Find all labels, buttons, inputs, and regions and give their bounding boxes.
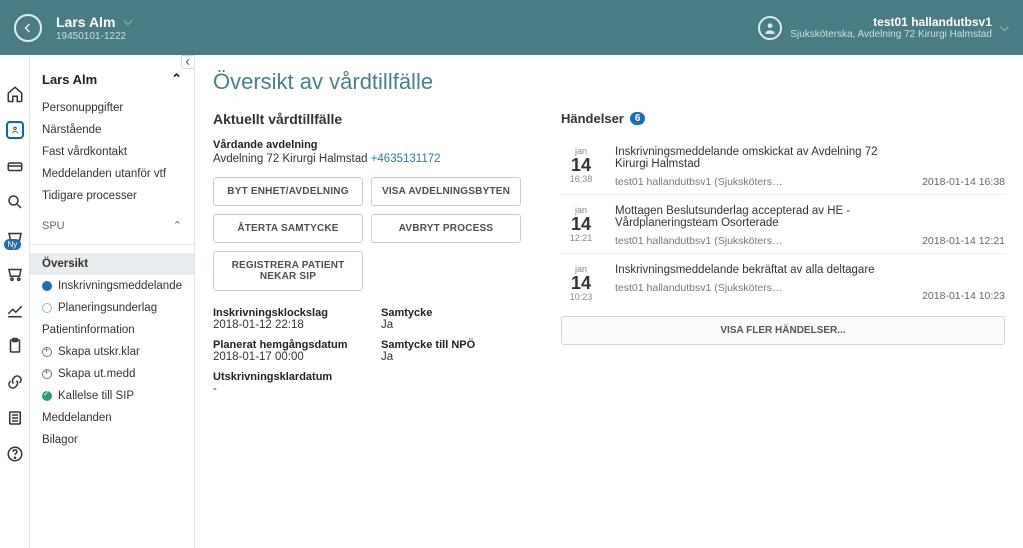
sidebar-item-personuppgifter[interactable]: Personuppgifter <box>42 97 182 119</box>
show-more-events-button[interactable]: VISA FLER HÄNDELSER... <box>561 316 1005 345</box>
info-value: - <box>213 383 363 395</box>
search-icon[interactable] <box>6 193 24 211</box>
chevron-up-icon: ⌃ <box>173 219 182 232</box>
page-title: Översikt av vårdtillfälle <box>213 69 1005 95</box>
sidebar-item-patientinfo[interactable]: Patientinformation <box>42 319 182 341</box>
header-patient-name: Lars Alm <box>56 14 115 30</box>
patient-icon[interactable] <box>6 121 24 139</box>
sidebar-group1: Personuppgifter Närstående Fast vårdkont… <box>30 91 194 209</box>
sidebar-item-skapa-utskr[interactable]: Skapa utskr.klar <box>42 341 182 363</box>
change-unit-button[interactable]: BYT ENHET/AVDELNING <box>213 177 363 206</box>
sidebar-item-meddelanden[interactable]: Meddelanden <box>42 407 182 429</box>
icon-sidebar: Ny <box>0 55 30 548</box>
help-icon[interactable] <box>6 445 24 463</box>
info-value: Ja <box>381 319 531 331</box>
tray-icon[interactable] <box>6 157 24 175</box>
event-timestamp: 2018-01-14 16:38 <box>922 176 1005 188</box>
info-label: Samtycke till NPÖ <box>381 339 531 351</box>
chevron-down-icon: ⌵ <box>123 14 132 29</box>
header-user-name: test01 hallandutbsv1 <box>873 15 992 29</box>
info-label: Planerat hemgångsdatum <box>213 339 363 351</box>
event-title: Inskrivningsmeddelande bekräftat av alla… <box>615 264 875 276</box>
event-date: jan 14 16:38 <box>561 146 601 188</box>
event-author: test01 hallandutbsv1 (Sjuksköters… <box>615 282 875 294</box>
new-badge: Ny <box>4 239 22 250</box>
main-content: Översikt av vårdtillfälle Aktuellt vårdt… <box>195 55 1023 548</box>
user-avatar-icon <box>758 16 782 40</box>
plus-dot-icon <box>42 347 52 357</box>
dept-label: Vårdande avdelning <box>213 139 533 151</box>
sidebar-group2: Översikt Inskrivningsmeddelande Planerin… <box>30 253 194 453</box>
sidebar-item-kallelse-sip[interactable]: Kallelse till SIP <box>42 385 182 407</box>
event-title: Mottagen Beslutsunderlag accepterad av H… <box>615 205 912 229</box>
side-panel: Lars Alm ⌃ Personuppgifter Närstående Fa… <box>30 55 195 548</box>
info-label: Utskrivningsklardatum <box>213 371 363 383</box>
register-refuse-sip-button[interactable]: REGISTRERA PATIENT NEKAR SIP <box>213 251 363 291</box>
header-user-role: Sjuksköterska, Avdelning 72 Kirurgi Halm… <box>790 29 992 40</box>
event-author: test01 hallandutbsv1 (Sjuksköters… <box>615 176 912 188</box>
abort-process-button[interactable]: AVBRYT PROCESS <box>371 214 521 243</box>
event-title: Inskrivningsmeddelande omskickat av Avde… <box>615 146 912 170</box>
event-row[interactable]: jan 14 10:23 Inskrivningsmeddelande bekr… <box>561 253 1005 308</box>
link-icon[interactable] <box>6 373 24 391</box>
sidebar-item-planering[interactable]: Planeringsunderlag <box>42 297 182 319</box>
sidebar-item-oversikt[interactable]: Översikt <box>30 253 194 275</box>
events-section: Händelser 6 jan 14 16:38 Inskrivningsmed… <box>561 111 1005 395</box>
info-value: Ja <box>381 351 531 363</box>
sidebar-patient-name: Lars Alm <box>42 72 97 87</box>
chart-icon[interactable] <box>6 301 24 319</box>
collapse-panel-button[interactable] <box>181 55 195 69</box>
current-episode-section: Aktuellt vårdtillfälle Vårdande avdelnin… <box>213 111 533 395</box>
dept-value: Avdelning 72 Kirurgi Halmstad <box>213 153 367 165</box>
chevron-up-icon: ⌃ <box>171 71 182 87</box>
home-icon[interactable] <box>6 85 24 103</box>
event-timestamp: 2018-01-14 10:23 <box>922 290 1005 302</box>
sidebar-item-meddelanden-utanfor[interactable]: Meddelanden utanför vtf <box>42 163 182 185</box>
info-label: Inskrivningsklockslag <box>213 307 363 319</box>
dept-phone-link[interactable]: +4635131172 <box>371 153 441 165</box>
event-author: test01 hallandutbsv1 (Sjuksköters… <box>615 235 912 247</box>
revoke-consent-button[interactable]: ÅTERTA SAMTYCKE <box>213 214 363 243</box>
check-dot-icon <box>42 391 52 401</box>
header-patient-selector[interactable]: Lars Alm ⌵ 19450101-1222 <box>56 14 133 42</box>
info-value: 2018-01-17 00:00 <box>213 351 363 363</box>
show-unit-changes-button[interactable]: VISA AVDELNINGSBYTEN <box>371 177 521 206</box>
event-date: jan 14 12:21 <box>561 205 601 247</box>
list-icon[interactable] <box>6 409 24 427</box>
events-label: Händelser <box>561 111 624 126</box>
plus-dot-icon <box>42 369 52 379</box>
info-value: 2018-01-12 22:18 <box>213 319 363 331</box>
event-timestamp: 2018-01-14 12:21 <box>922 235 1005 247</box>
section-title: Aktuellt vårdtillfälle <box>213 111 533 127</box>
cart2-icon[interactable] <box>6 265 24 283</box>
chevron-down-icon: ⌵ <box>1000 20 1009 35</box>
header-patient-id: 19450101-1222 <box>56 31 133 42</box>
event-date: jan 14 10:23 <box>561 264 601 302</box>
header-user-menu[interactable]: test01 hallandutbsv1 Sjuksköterska, Avde… <box>758 15 1009 40</box>
back-button[interactable] <box>14 14 42 42</box>
sidebar-item-bilagor[interactable]: Bilagor <box>42 429 182 451</box>
sidebar-item-fast-vardkontakt[interactable]: Fast vårdkontakt <box>42 141 182 163</box>
status-dot-blue-icon <box>42 281 52 291</box>
sidebar-spu-toggle[interactable]: SPU ⌃ <box>42 219 182 232</box>
info-label: Samtycke <box>381 307 531 319</box>
sidebar-item-tidigare-processer[interactable]: Tidigare processer <box>42 185 182 207</box>
events-count-badge: 6 <box>630 112 646 125</box>
event-row[interactable]: jan 14 16:38 Inskrivningsmeddelande omsk… <box>561 136 1005 194</box>
sidebar-item-skapa-utmedd[interactable]: Skapa ut.medd <box>42 363 182 385</box>
sidebar-spu-label: SPU <box>42 220 65 232</box>
sidebar-patient-toggle[interactable]: Lars Alm ⌃ <box>42 71 182 87</box>
app-header: Lars Alm ⌵ 19450101-1222 test01 hallandu… <box>0 0 1023 55</box>
sidebar-item-inskrivning[interactable]: Inskrivningsmeddelande <box>42 275 182 297</box>
status-dot-outline-icon <box>42 303 52 313</box>
sidebar-item-narstaende[interactable]: Närstående <box>42 119 182 141</box>
event-row[interactable]: jan 14 12:21 Mottagen Beslutsunderlag ac… <box>561 194 1005 253</box>
clipboard-icon[interactable] <box>6 337 24 355</box>
